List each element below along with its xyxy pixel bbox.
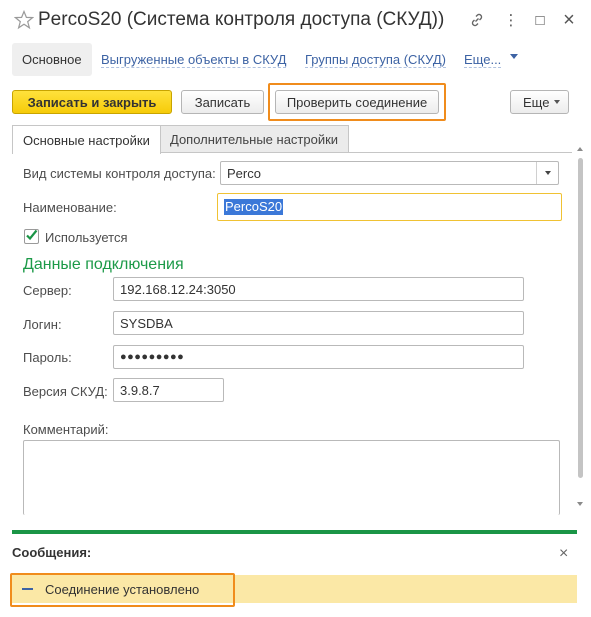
login-label: Логин: bbox=[23, 317, 62, 332]
maximize-icon[interactable]: □ bbox=[531, 11, 549, 29]
system-type-label: Вид системы контроля доступа: bbox=[23, 166, 216, 181]
link-icon[interactable] bbox=[468, 11, 486, 29]
tab-main-settings[interactable]: Основные настройки bbox=[12, 125, 161, 154]
close-icon[interactable]: × bbox=[560, 9, 578, 31]
connection-section-title: Данные подключения bbox=[23, 256, 184, 273]
server-input[interactable]: 192.168.12.24:3050 bbox=[113, 277, 524, 301]
nav-link-uploaded-objects[interactable]: Выгруженные объекты в СКУД bbox=[101, 52, 287, 68]
favorite-star-icon[interactable] bbox=[13, 9, 35, 30]
nav-main[interactable]: Основное bbox=[12, 43, 92, 76]
comment-label: Комментарий: bbox=[23, 422, 109, 437]
nav-more-link[interactable]: Еще... bbox=[464, 52, 502, 68]
tab-additional-settings[interactable]: Дополнительные настройки bbox=[159, 125, 350, 153]
password-label: Пароль: bbox=[23, 350, 72, 365]
check-connection-button[interactable]: Проверить соединение bbox=[275, 90, 439, 114]
name-input[interactable]: PercoS20 bbox=[217, 193, 562, 221]
version-label: Версия СКУД: bbox=[23, 384, 108, 399]
used-label: Используется bbox=[45, 230, 128, 245]
dropdown-button[interactable] bbox=[536, 162, 558, 184]
scrollbar-thumb[interactable] bbox=[578, 158, 583, 478]
chevron-down-icon[interactable] bbox=[510, 54, 518, 59]
messages-title: Сообщения: bbox=[12, 545, 92, 560]
scroll-up-icon[interactable] bbox=[577, 147, 583, 151]
messages-divider bbox=[12, 530, 577, 534]
name-label: Наименование: bbox=[23, 200, 117, 215]
message-highlight bbox=[10, 573, 235, 607]
nav-link-access-groups[interactable]: Группы доступа (СКУД) bbox=[305, 52, 446, 68]
window-title: PercoS20 (Система контроля доступа (СКУД… bbox=[38, 9, 445, 30]
login-input[interactable]: SYSDBA bbox=[113, 311, 524, 335]
more-actions-label: Еще bbox=[523, 94, 550, 110]
password-input[interactable]: ●●●●●●●●● bbox=[113, 345, 524, 369]
version-input[interactable]: 3.9.8.7 bbox=[113, 378, 224, 402]
used-checkbox[interactable] bbox=[24, 229, 39, 244]
messages-close-icon[interactable]: × bbox=[559, 545, 568, 563]
name-value: PercoS20 bbox=[224, 199, 284, 215]
system-type-select[interactable]: Perco bbox=[220, 161, 559, 185]
server-label: Сервер: bbox=[23, 283, 72, 298]
chevron-down-icon bbox=[554, 100, 560, 104]
save-button[interactable]: Записать bbox=[181, 90, 264, 114]
more-vertical-icon[interactable]: ⋮ bbox=[502, 11, 520, 29]
save-and-close-button[interactable]: Записать и закрыть bbox=[12, 90, 172, 114]
comment-textarea[interactable] bbox=[23, 440, 560, 515]
scroll-down-icon[interactable] bbox=[577, 502, 583, 506]
system-type-value: Perco bbox=[227, 165, 261, 181]
checkmark-icon bbox=[26, 229, 38, 241]
more-actions-button[interactable]: Еще bbox=[510, 90, 569, 114]
chevron-down-icon bbox=[544, 171, 551, 175]
